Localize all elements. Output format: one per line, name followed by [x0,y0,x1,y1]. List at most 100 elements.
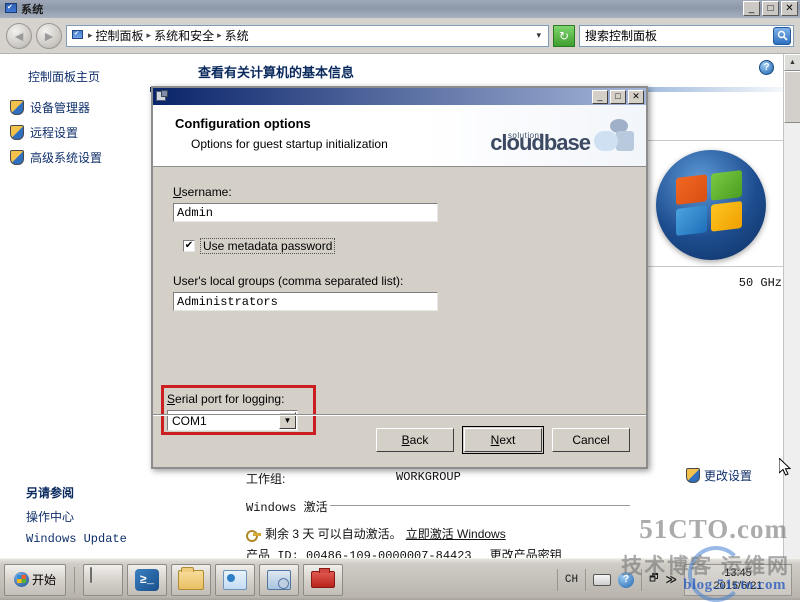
shield-icon [685,468,700,483]
search-glass-glyph [777,30,788,41]
next-button[interactable]: Next [462,426,544,454]
dialog-close-button[interactable]: ✕ [628,89,644,104]
use-metadata-password-checkbox[interactable]: ✔ [183,240,195,252]
cancel-button[interactable]: Cancel [552,428,630,452]
maximize-button[interactable]: □ [762,1,779,16]
divider [556,568,558,591]
help-icon[interactable]: ? [618,571,635,588]
scrollbar-thumb[interactable] [784,71,800,123]
breadcrumb-separator: ▸ [146,30,152,40]
dialog-maximize-button[interactable]: □ [610,89,626,104]
dialog-subheading: Options for guest startup initialization [191,137,388,151]
start-label: 开始 [31,573,56,587]
divider [585,568,587,591]
taskbar-server-manager-button[interactable] [83,563,123,596]
breadcrumb[interactable]: ✔ ▸ 控制面板 ▸ 系统和安全 ▸ 系统 ▾ [66,24,549,47]
use-metadata-password-checkbox-row[interactable]: ✔ Use metadata password [183,238,626,254]
powershell-icon: ≥_ [135,568,159,591]
close-button[interactable]: ✕ [781,1,798,16]
local-groups-input[interactable]: Administrators [173,292,438,311]
see-also-item-action-center[interactable]: 操作中心 [26,508,127,525]
search-input[interactable]: 搜索控制面板 [579,24,794,47]
windows-orb-icon [13,572,29,587]
shield-icon [10,150,24,165]
divider [641,568,643,591]
dialog-minimize-button[interactable]: _ [592,89,608,104]
clock[interactable]: 13:45 2015/6/21 [684,563,792,596]
breadcrumb-item-system-security[interactable]: 系统和安全 [154,27,214,44]
taskbar-explorer-button[interactable] [171,563,211,596]
sidebar-item-label: 远程设置 [30,126,79,140]
refresh-icon[interactable]: ↻ [553,24,575,47]
monitor-icon: ✔ [71,29,85,42]
sidebar-item-advanced-system-settings[interactable]: 高级系统设置 [0,145,150,170]
change-settings-link[interactable]: 更改设置 [685,467,752,484]
taskbar-toolbox-button[interactable] [303,563,343,596]
shield-icon [10,125,24,140]
computer-monitor-icon [267,569,291,590]
back-button[interactable]: Back [376,428,454,452]
keyboard-icon[interactable] [593,573,612,586]
see-also-item-windows-update[interactable]: Windows Update [26,532,127,546]
activation-section-title: Windows 激活 [246,501,328,515]
dialog-footer: Back Next Cancel [153,414,646,467]
sidebar-item-remote-settings[interactable]: 远程设置 [0,120,150,145]
sidebar-item-label: 高级系统设置 [30,151,103,165]
search-icon[interactable] [773,26,791,45]
cloudbase-mark-icon [594,119,636,153]
username-label-rest: sername: [181,185,232,199]
taskbar-control-panel-button[interactable] [215,563,255,596]
see-also-title: 另请参阅 [26,486,75,500]
forward-arrow-icon[interactable]: ► [36,22,62,49]
sidebar-item-label: 设备管理器 [30,101,91,115]
dialog-header: Configuration options Options for guest … [153,105,646,167]
username-input[interactable]: Admin [173,203,438,222]
chevron-down-icon[interactable]: ▾ [533,30,544,41]
cpu-speed-value: 50 GHz [738,276,782,290]
windows-logo [656,150,766,260]
start-button[interactable]: 开始 [4,563,66,596]
dialog-button-row: Back Next Cancel [376,426,630,454]
dialog-heading: Configuration options [175,116,311,131]
dialog-window-controls: _ □ ✕ [592,89,644,104]
cloudbase-tagline: solutions [507,131,544,140]
system-tray: CH ? 🗗 ≫ 13:45 2015/6/21 [556,563,796,597]
toolbox-icon [311,568,335,588]
activate-now-link[interactable]: 立即激活 Windows [406,525,506,542]
restore-icon[interactable]: 🗗 [649,571,658,588]
window-titlebar: ✔ 系统 _ □ ✕ [0,0,800,18]
chevron-up-icon[interactable]: ≫ [665,573,677,586]
breadcrumb-item-control-panel[interactable]: 控制面板 [96,27,144,44]
ime-indicator[interactable]: CH [565,574,578,586]
configuration-options-dialog: _ □ ✕ Configuration options Options for … [151,86,648,469]
control-panel-icon [223,569,247,590]
serial-port-label: Serial port for logging: [167,392,285,406]
taskbar: 开始 ≥_ CH ? 🗗 ≫ 13:45 2015/6/21 [0,558,800,600]
local-groups-value: Administrators [177,294,278,309]
cloudbase-logo: solutions cloudbase [490,119,636,154]
help-icon[interactable]: ? [759,60,774,75]
back-arrow-icon[interactable]: ◄ [6,22,32,49]
taskbar-computer-button[interactable] [259,563,299,596]
clock-time: 13:45 [724,566,752,579]
scroll-up-button[interactable]: ▲ [784,54,800,71]
username-label: Username: [173,185,232,199]
sidebar-home-link[interactable]: 控制面板主页 [0,66,150,95]
divider [330,505,630,506]
taskbar-powershell-button[interactable]: ≥_ [127,563,167,596]
window-controls: _ □ ✕ [743,1,798,16]
use-metadata-password-label: Use metadata password [200,238,336,254]
minimize-button[interactable]: _ [743,1,760,16]
breadcrumb-item-system[interactable]: 系统 [225,27,249,44]
activation-status-text: 剩余 3 天 可以自动激活。 [265,527,402,541]
workgroup-label: 工作组: [246,472,286,486]
breadcrumb-separator: ▸ [88,30,93,40]
sidebar: 控制面板主页 设备管理器 远程设置 高级系统设置 另请参阅 操作中心 Windo… [0,54,150,558]
search-placeholder: 搜索控制面板 [585,29,658,43]
shield-icon [10,100,24,115]
divider [74,566,75,593]
server-manager-icon [90,566,92,583]
windows-flag-glyph [676,169,742,237]
vertical-scrollbar[interactable]: ▲ [783,54,800,558]
sidebar-item-device-manager[interactable]: 设备管理器 [0,95,150,120]
